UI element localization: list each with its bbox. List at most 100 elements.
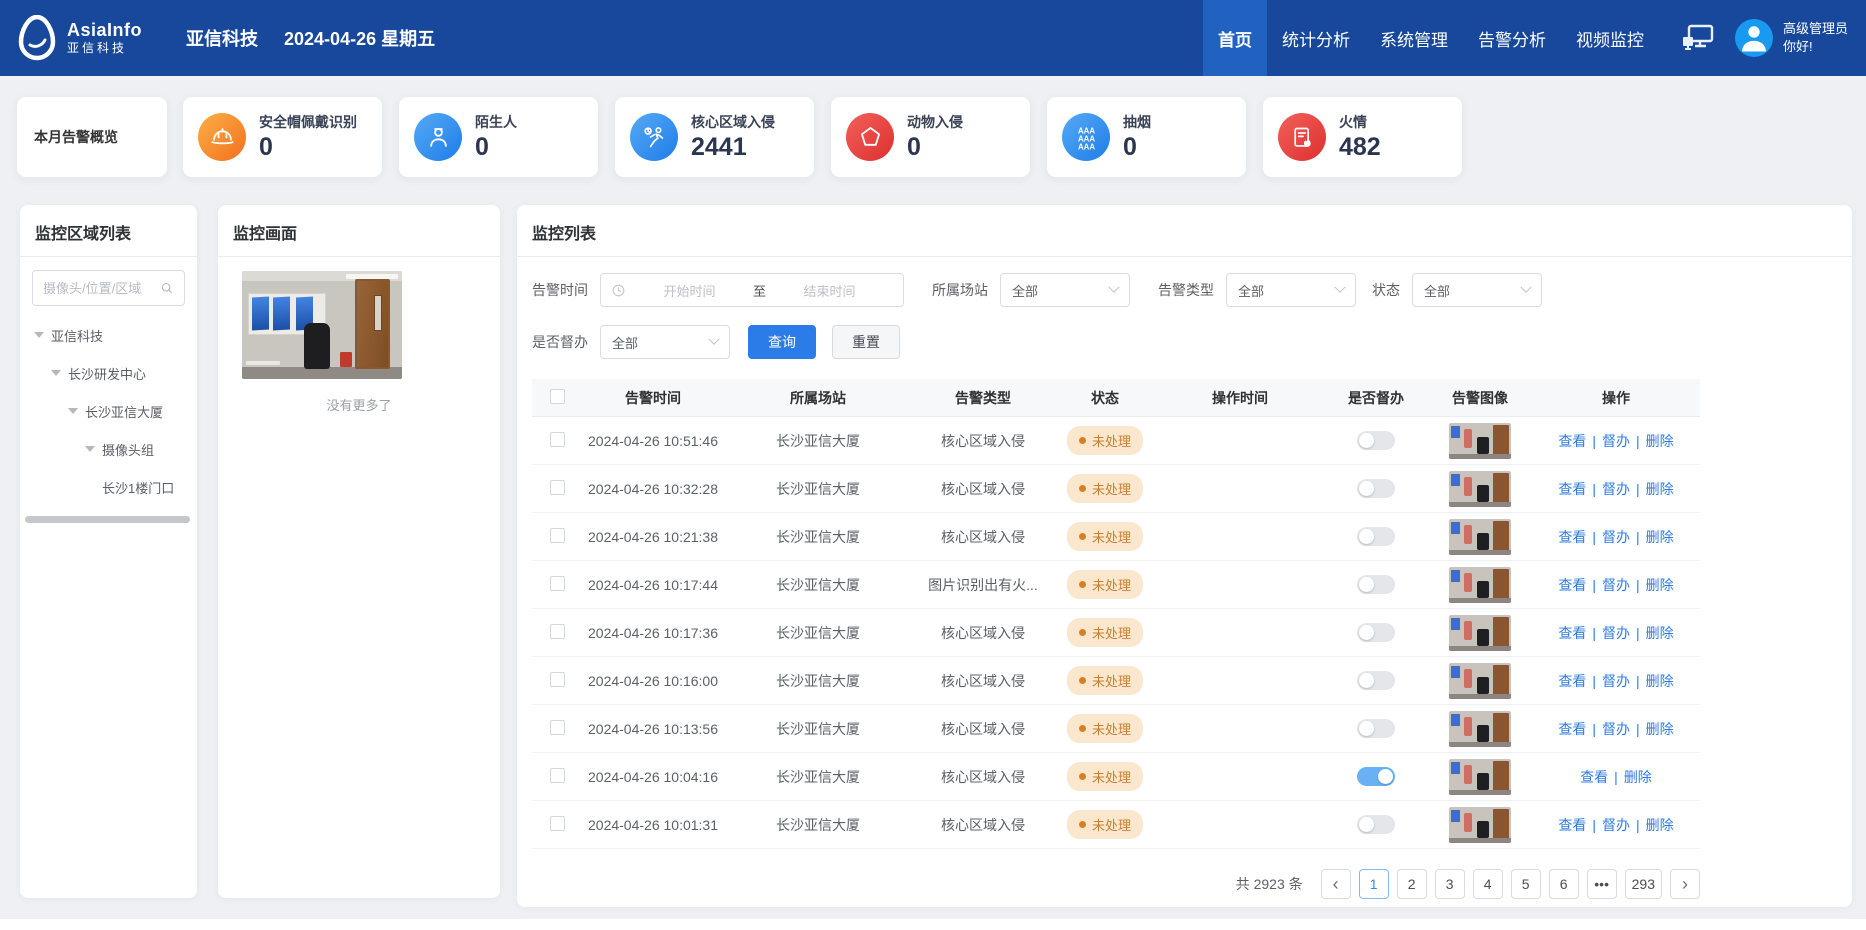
nav-item-alarm-analysis[interactable]: 告警分析 — [1463, 0, 1561, 76]
action-delete-link[interactable]: 删除 — [1630, 481, 1674, 497]
thumb-art-floor — [1449, 454, 1511, 459]
row-checkbox[interactable] — [550, 816, 565, 831]
row-checkbox[interactable] — [550, 528, 565, 543]
search-icon[interactable] — [160, 280, 174, 296]
page-button-6[interactable]: 6 — [1549, 869, 1579, 899]
tree-node[interactable]: 长沙1楼门口 — [34, 468, 197, 506]
thumb-art-poster — [1451, 810, 1460, 822]
supervise-toggle[interactable] — [1357, 527, 1395, 546]
page-button-2[interactable]: 2 — [1397, 869, 1427, 899]
supervise-toggle[interactable] — [1357, 479, 1395, 498]
prev-page-button[interactable]: ‹ — [1321, 869, 1351, 899]
page-button-4[interactable]: 4 — [1473, 869, 1503, 899]
alarm-type-cell: 核心区域入侵 — [912, 767, 1054, 787]
alarm-image-thumbnail[interactable] — [1449, 471, 1511, 507]
action-supervise-link[interactable]: 督办 — [1586, 817, 1630, 833]
action-delete-link[interactable]: 删除 — [1630, 529, 1674, 545]
brand-name: AsiaInfo — [67, 21, 142, 41]
alarm-image-thumbnail[interactable] — [1449, 567, 1511, 603]
nav-item-video-monitor[interactable]: 视频监控 — [1561, 0, 1659, 76]
select-all-checkbox[interactable] — [550, 389, 565, 404]
supervise-toggle[interactable] — [1357, 815, 1395, 834]
alarm-image-thumbnail[interactable] — [1449, 759, 1511, 795]
thumb-art-floor — [1449, 646, 1511, 651]
nav-item-system[interactable]: 系统管理 — [1365, 0, 1463, 76]
action-delete-link[interactable]: 删除 — [1630, 817, 1674, 833]
action-delete-link[interactable]: 删除 — [1630, 673, 1674, 689]
action-supervise-link[interactable]: 督办 — [1586, 529, 1630, 545]
next-page-button[interactable]: › — [1670, 869, 1700, 899]
action-delete-link[interactable]: 删除 — [1630, 433, 1674, 449]
tree-node[interactable]: 长沙研发中心 — [34, 354, 197, 392]
action-supervise-link[interactable]: 督办 — [1586, 625, 1630, 641]
alarm-image-thumbnail[interactable] — [1449, 615, 1511, 651]
row-checkbox[interactable] — [550, 624, 565, 639]
alarm-image-thumbnail[interactable] — [1449, 663, 1511, 699]
thumb-art-poster — [1451, 474, 1460, 486]
page-button-1[interactable]: 1 — [1359, 869, 1389, 899]
page-button-3[interactable]: 3 — [1435, 869, 1465, 899]
alarm-image-thumbnail[interactable] — [1449, 423, 1511, 459]
reset-button[interactable]: 重置 — [832, 325, 900, 359]
supervise-toggle[interactable] — [1357, 719, 1395, 738]
page-button-293[interactable]: 293 — [1625, 869, 1662, 899]
table-row: 2024-04-26 10:32:28长沙亚信大厦核心区域入侵未处理查看督办删除 — [532, 465, 1700, 513]
alarm-image-thumbnail[interactable] — [1449, 519, 1511, 555]
user-avatar-icon[interactable] — [1735, 19, 1773, 57]
supervise-toggle[interactable] — [1357, 671, 1395, 690]
alarm-image-thumbnail[interactable] — [1449, 807, 1511, 843]
action-delete-link[interactable]: 删除 — [1630, 625, 1674, 641]
alarm-image-thumbnail[interactable] — [1449, 711, 1511, 747]
action-view-link[interactable]: 查看 — [1558, 577, 1586, 593]
supervise-select-value: 全部 — [612, 333, 638, 352]
actions-cell: 查看督办删除 — [1532, 431, 1700, 451]
alarm-table: 告警时间 所属场站 告警类型 状态 操作时间 是否督办 告警图像 操作 2024… — [532, 379, 1700, 849]
action-view-link[interactable]: 查看 — [1558, 817, 1586, 833]
action-view-link[interactable]: 查看 — [1558, 433, 1586, 449]
nav-item-statistics[interactable]: 统计分析 — [1267, 0, 1365, 76]
status-select[interactable]: 全部 — [1412, 273, 1542, 307]
action-supervise-link[interactable]: 督办 — [1586, 721, 1630, 737]
station-select[interactable]: 全部 — [1000, 273, 1130, 307]
more-pages-button[interactable]: ••• — [1587, 869, 1617, 899]
supervise-select[interactable]: 全部 — [600, 325, 730, 359]
action-delete-link[interactable]: 删除 — [1630, 721, 1674, 737]
action-view-link[interactable]: 查看 — [1580, 769, 1608, 785]
camera-search-input[interactable] — [43, 281, 154, 296]
action-view-link[interactable]: 查看 — [1558, 529, 1586, 545]
page-button-5[interactable]: 5 — [1511, 869, 1541, 899]
row-checkbox[interactable] — [550, 720, 565, 735]
alarm-type-select[interactable]: 全部 — [1226, 273, 1356, 307]
nav-item-home[interactable]: 首页 — [1203, 0, 1267, 76]
supervise-toggle[interactable] — [1357, 623, 1395, 642]
tree-node[interactable]: 亚信科技 — [34, 316, 197, 354]
row-checkbox[interactable] — [550, 432, 565, 447]
thumb-art-chair — [1477, 773, 1489, 790]
supervise-toggle[interactable] — [1357, 431, 1395, 450]
horizontal-scrollbar[interactable] — [25, 516, 190, 523]
action-view-link[interactable]: 查看 — [1558, 625, 1586, 641]
query-button[interactable]: 查询 — [748, 325, 816, 359]
action-supervise-link[interactable]: 督办 — [1586, 577, 1630, 593]
supervise-toggle[interactable] — [1357, 767, 1395, 786]
supervise-toggle[interactable] — [1357, 575, 1395, 594]
action-delete-link[interactable]: 删除 — [1608, 769, 1652, 785]
action-view-link[interactable]: 查看 — [1558, 673, 1586, 689]
tree-node[interactable]: 长沙亚信大厦 — [34, 392, 197, 430]
action-supervise-link[interactable]: 督办 — [1586, 433, 1630, 449]
camera-snapshot[interactable] — [242, 271, 402, 379]
screen-monitor-icon[interactable] — [1681, 24, 1715, 52]
action-view-link[interactable]: 查看 — [1558, 481, 1586, 497]
row-checkbox[interactable] — [550, 480, 565, 495]
tree-node[interactable]: 摄像头组 — [34, 430, 197, 468]
row-checkbox[interactable] — [550, 672, 565, 687]
action-delete-link[interactable]: 删除 — [1630, 577, 1674, 593]
date-range-picker[interactable]: 开始时间 至 结束时间 — [600, 273, 904, 307]
action-supervise-link[interactable]: 督办 — [1586, 673, 1630, 689]
row-checkbox[interactable] — [550, 576, 565, 591]
thumb-art-poster — [273, 297, 290, 331]
action-supervise-link[interactable]: 督办 — [1586, 481, 1630, 497]
toggle-knob — [1359, 625, 1374, 640]
row-checkbox[interactable] — [550, 768, 565, 783]
action-view-link[interactable]: 查看 — [1558, 721, 1586, 737]
